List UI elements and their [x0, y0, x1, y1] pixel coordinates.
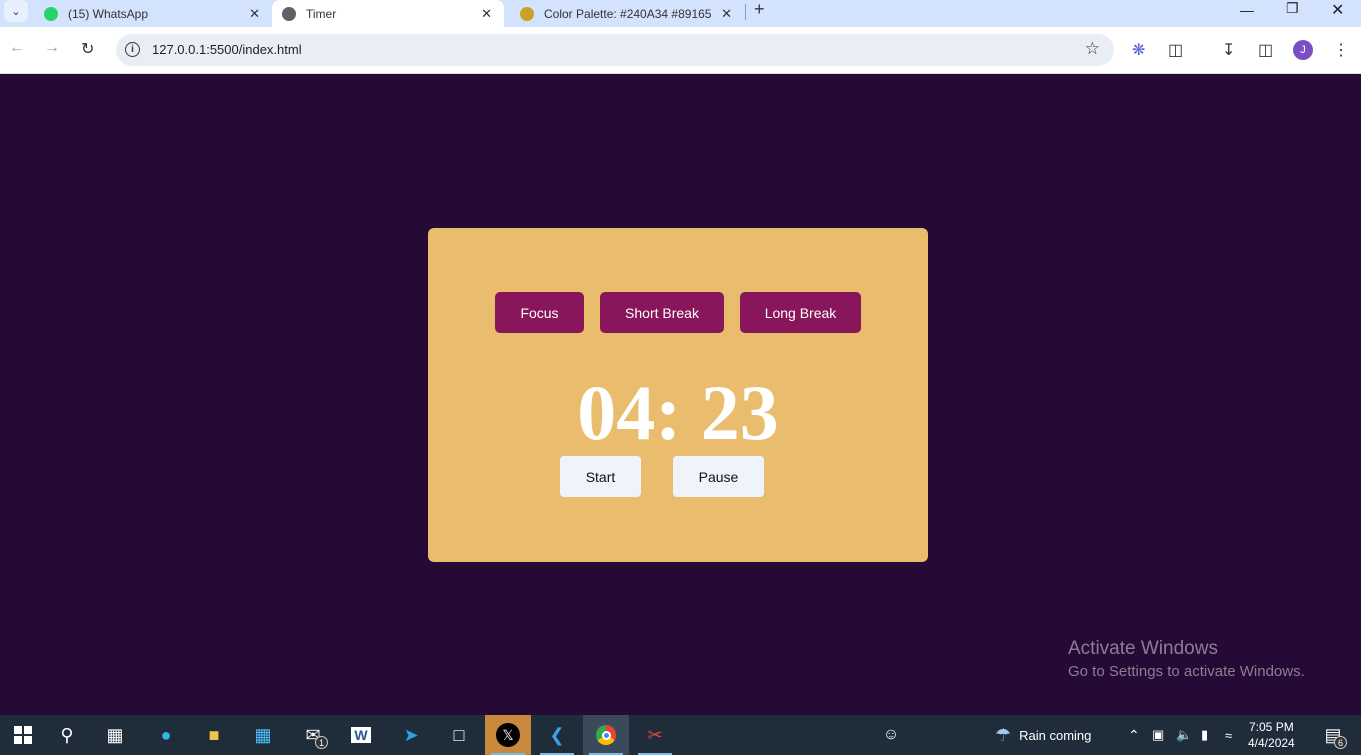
menu-kebab-icon[interactable]: ⋮ [1333, 40, 1349, 60]
bookmark-star-icon[interactable]: ☆ [1085, 39, 1100, 59]
snipping-tool-icon[interactable]: ✂ [632, 715, 678, 755]
close-icon[interactable]: ✕ [481, 6, 492, 22]
rain-cloud-icon: ☂ [995, 724, 1012, 745]
browser-toolbar: ← → ↻ i 127.0.0.1:5500/index.html ☆ ❋ ◫ … [0, 27, 1361, 74]
close-icon[interactable]: ✕ [249, 6, 260, 22]
address-bar[interactable]: i 127.0.0.1:5500/index.html ☆ [116, 34, 1114, 66]
battery-icon[interactable]: ▮ [1201, 715, 1208, 755]
edge-icon[interactable]: ● [143, 715, 189, 755]
notification-icon[interactable]: ▤ 6 [1310, 715, 1356, 755]
file-icon[interactable]: □ [436, 715, 482, 755]
wifi-icon[interactable]: ≈ [1225, 715, 1232, 755]
tab-strip: ⌄ (15) WhatsApp ✕ Timer ✕ Color Palette:… [0, 0, 1361, 27]
clock-date: 4/4/2024 [1248, 736, 1295, 750]
palette-icon [520, 6, 534, 21]
download-icon[interactable]: ↧ [1222, 40, 1235, 60]
url-text[interactable]: 127.0.0.1:5500/index.html [152, 42, 302, 57]
tab-search-button[interactable]: ⌄ [4, 0, 28, 22]
start-button[interactable] [0, 715, 46, 755]
restore-button[interactable]: ❐ [1286, 0, 1299, 17]
profile-avatar[interactable]: J [1293, 40, 1313, 60]
close-icon[interactable]: ✕ [721, 6, 732, 22]
extensions-puzzle-icon[interactable]: ◫ [1168, 40, 1183, 60]
close-window-button[interactable]: ✕ [1331, 0, 1344, 20]
start-button[interactable]: Start [560, 456, 641, 497]
new-tab-button[interactable]: + [754, 0, 765, 18]
site-info-icon[interactable]: i [125, 42, 140, 57]
tab-title: Timer [306, 6, 337, 21]
focus-button[interactable]: Focus [495, 292, 584, 333]
timer-card: Focus Short Break Long Break 04: 23 Star… [428, 228, 928, 562]
clock-time: 7:05 PM [1249, 720, 1294, 734]
show-hidden-icons-button[interactable]: ⌃ [1128, 715, 1140, 755]
globe-icon [282, 6, 296, 21]
search-icon[interactable]: ⚲ [44, 715, 90, 755]
x-app-icon[interactable]: 𝕏 [485, 715, 531, 755]
activation-watermark-subtitle: Go to Settings to activate Windows. [1068, 663, 1305, 680]
file-explorer-icon[interactable]: ■ [191, 715, 237, 755]
tab-timer[interactable]: Timer ✕ [272, 0, 504, 27]
telegram-icon[interactable]: ➤ [388, 715, 434, 755]
timer-display: 04: 23 [577, 369, 779, 456]
tab-color-palette[interactable]: Color Palette: #240A34 #89165 ✕ [512, 0, 744, 27]
mail-badge: 1 [315, 736, 328, 749]
back-button[interactable]: ← [9, 39, 25, 57]
forward-button[interactable]: → [44, 39, 60, 57]
chrome-icon[interactable] [583, 715, 629, 755]
side-panel-icon[interactable]: ◫ [1258, 40, 1273, 60]
clock[interactable]: 7:05 PM 4/4/2024 [1248, 719, 1295, 751]
people-icon[interactable]: ☺ [868, 715, 914, 755]
volume-icon[interactable]: 🔈 [1176, 715, 1192, 755]
mail-icon[interactable]: ✉ 1 [290, 715, 336, 755]
notification-badge: 6 [1334, 736, 1347, 749]
minimize-button[interactable]: — [1240, 2, 1254, 18]
windows-logo-icon [14, 726, 32, 744]
long-break-button[interactable]: Long Break [740, 292, 861, 333]
tab-divider [745, 4, 746, 20]
reload-button[interactable]: ↻ [81, 39, 94, 59]
whatsapp-icon [44, 6, 58, 21]
pause-button[interactable]: Pause [673, 456, 764, 497]
word-icon[interactable]: W [338, 715, 384, 755]
tab-title: (15) WhatsApp [68, 6, 149, 21]
meet-now-icon[interactable]: ▣ [1152, 715, 1164, 755]
activation-watermark-title: Activate Windows [1068, 638, 1218, 659]
weather-text: Rain coming [1019, 727, 1092, 743]
taskbar: ⚲ ▦ ● ■ ▦ ✉ 1 W ➤ □ 𝕏 ❮ ✂ ☺ ☂ Rain coming… [0, 715, 1361, 755]
task-view-icon[interactable]: ▦ [92, 715, 138, 755]
extension-icon[interactable]: ❋ [1132, 40, 1145, 60]
microsoft-store-icon[interactable]: ▦ [240, 715, 286, 755]
weather-widget[interactable]: ☂ Rain coming [995, 715, 1091, 755]
tab-title: Color Palette: #240A34 #89165 [544, 6, 712, 21]
vscode-icon[interactable]: ❮ [534, 715, 580, 755]
chevron-down-icon: ⌄ [11, 5, 21, 18]
short-break-button[interactable]: Short Break [600, 292, 724, 333]
tab-whatsapp[interactable]: (15) WhatsApp ✕ [36, 0, 272, 27]
